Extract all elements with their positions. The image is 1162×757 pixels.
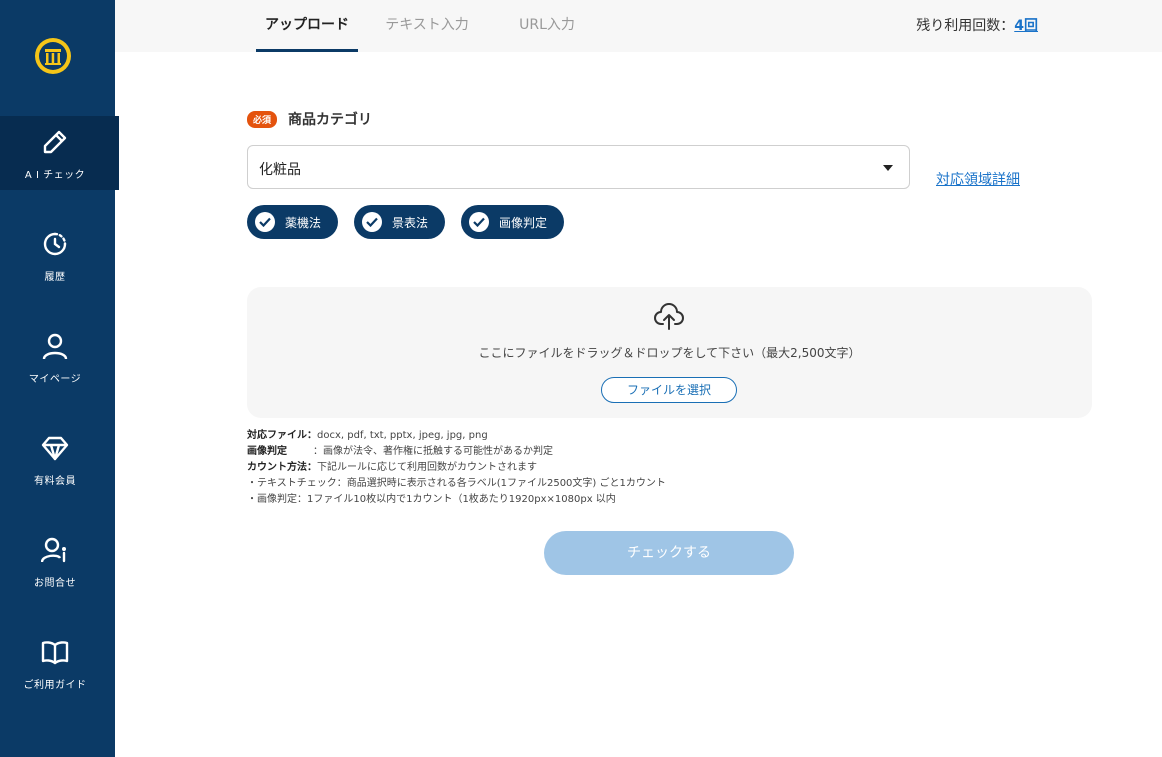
sidebar-item-ai-check[interactable]: A I チェック	[0, 116, 119, 190]
sidebar-item-premium[interactable]: 有料会員	[0, 422, 119, 496]
sidebar-item-label: ご利用ガイド	[23, 680, 87, 691]
file-dropzone[interactable]: ここにファイルをドラッグ＆ドロップをして下さい（最大2,500文字） ファイルを…	[247, 287, 1092, 418]
check-circle-icon	[362, 212, 382, 232]
formats-value: docx, pdf, txt, pptx, jpeg, jpg, png	[317, 430, 488, 441]
sidebar-item-history[interactable]: 履歴	[0, 218, 119, 292]
tab-upload[interactable]: アップロード	[256, 0, 358, 52]
diamond-icon	[41, 436, 69, 461]
remaining-label: 残り利用回数：	[916, 18, 1015, 34]
check-circle-icon	[255, 212, 275, 232]
chip-label: 画像判定	[499, 216, 548, 230]
category-select-value: 化粧品	[259, 162, 301, 178]
tab-url-input[interactable]: URL入力	[507, 0, 587, 52]
sidebar-item-contact[interactable]: お問合せ	[0, 524, 119, 598]
sidebar-item-label: 履歴	[44, 272, 66, 283]
user-icon	[42, 333, 68, 360]
chip-label: 景表法	[392, 216, 429, 230]
cloud-upload-icon	[654, 303, 684, 330]
note-bullet: ・画像判定：1ファイル10枚以内で1カウント（1枚あたり1920px×1080p…	[247, 494, 616, 505]
coverage-detail-link[interactable]: 対応領域詳細	[936, 169, 1020, 189]
sidebar-item-guide[interactable]: ご利用ガイド	[0, 626, 119, 700]
count-method-key: カウント方法：	[247, 462, 317, 473]
chip-label: 薬機法	[285, 216, 322, 230]
logo-icon	[35, 38, 71, 74]
sidebar-item-label: マイページ	[28, 374, 82, 385]
dropzone-text: ここにファイルをドラッグ＆ドロップをして下さい（最大2,500文字）	[478, 346, 861, 360]
sidebar-item-label: お問合せ	[34, 578, 76, 589]
formats-key: 対応ファイル：	[247, 430, 317, 441]
top-tab-bar: アップロード テキスト入力 URL入力 残り利用回数：4回	[115, 0, 1162, 52]
caret-down-icon	[883, 165, 893, 171]
contact-user-icon	[41, 537, 67, 563]
notes: 対応ファイル：docx, pdf, txt, pptx, jpeg, jpg, …	[247, 428, 666, 508]
chip-image-judgment[interactable]: 画像判定	[461, 205, 564, 239]
sidebar-item-mypage[interactable]: マイページ	[0, 320, 119, 394]
tab-text-input[interactable]: テキスト入力	[377, 0, 477, 52]
image-judgment-value: ：画像が法令、著作権に抵触する可能性があるか判定	[313, 446, 553, 457]
count-method-value: 下記ルールに応じて利用回数がカウントされます	[317, 462, 537, 473]
note-bullet: ・テキストチェック：商品選択時に表示される各ラベル(1ファイル2500文字) ご…	[247, 478, 666, 489]
sidebar-item-label: A I チェック	[24, 170, 86, 181]
remaining-count: 残り利用回数：4回	[916, 15, 1038, 35]
image-judgment-key: 画像判定	[247, 446, 287, 457]
sidebar-item-label: 有料会員	[34, 476, 76, 487]
history-icon	[43, 232, 67, 256]
select-file-button[interactable]: ファイルを選択	[601, 377, 737, 403]
sidebar: A I チェック 履歴 マイページ 有料会員 お問合せ ご利用ガイド	[0, 0, 119, 757]
category-select[interactable]: 化粧品	[247, 145, 910, 189]
book-icon	[41, 641, 69, 665]
pencil-icon	[43, 130, 67, 154]
chip-premiums-law[interactable]: 景表法	[354, 205, 445, 239]
category-label: 商品カテゴリ	[288, 112, 372, 128]
chip-pharma-law[interactable]: 薬機法	[247, 205, 338, 239]
check-circle-icon	[469, 212, 489, 232]
remaining-value-link[interactable]: 4回	[1014, 18, 1038, 34]
required-badge: 必須	[247, 111, 278, 128]
check-button[interactable]: チェックする	[544, 531, 794, 575]
